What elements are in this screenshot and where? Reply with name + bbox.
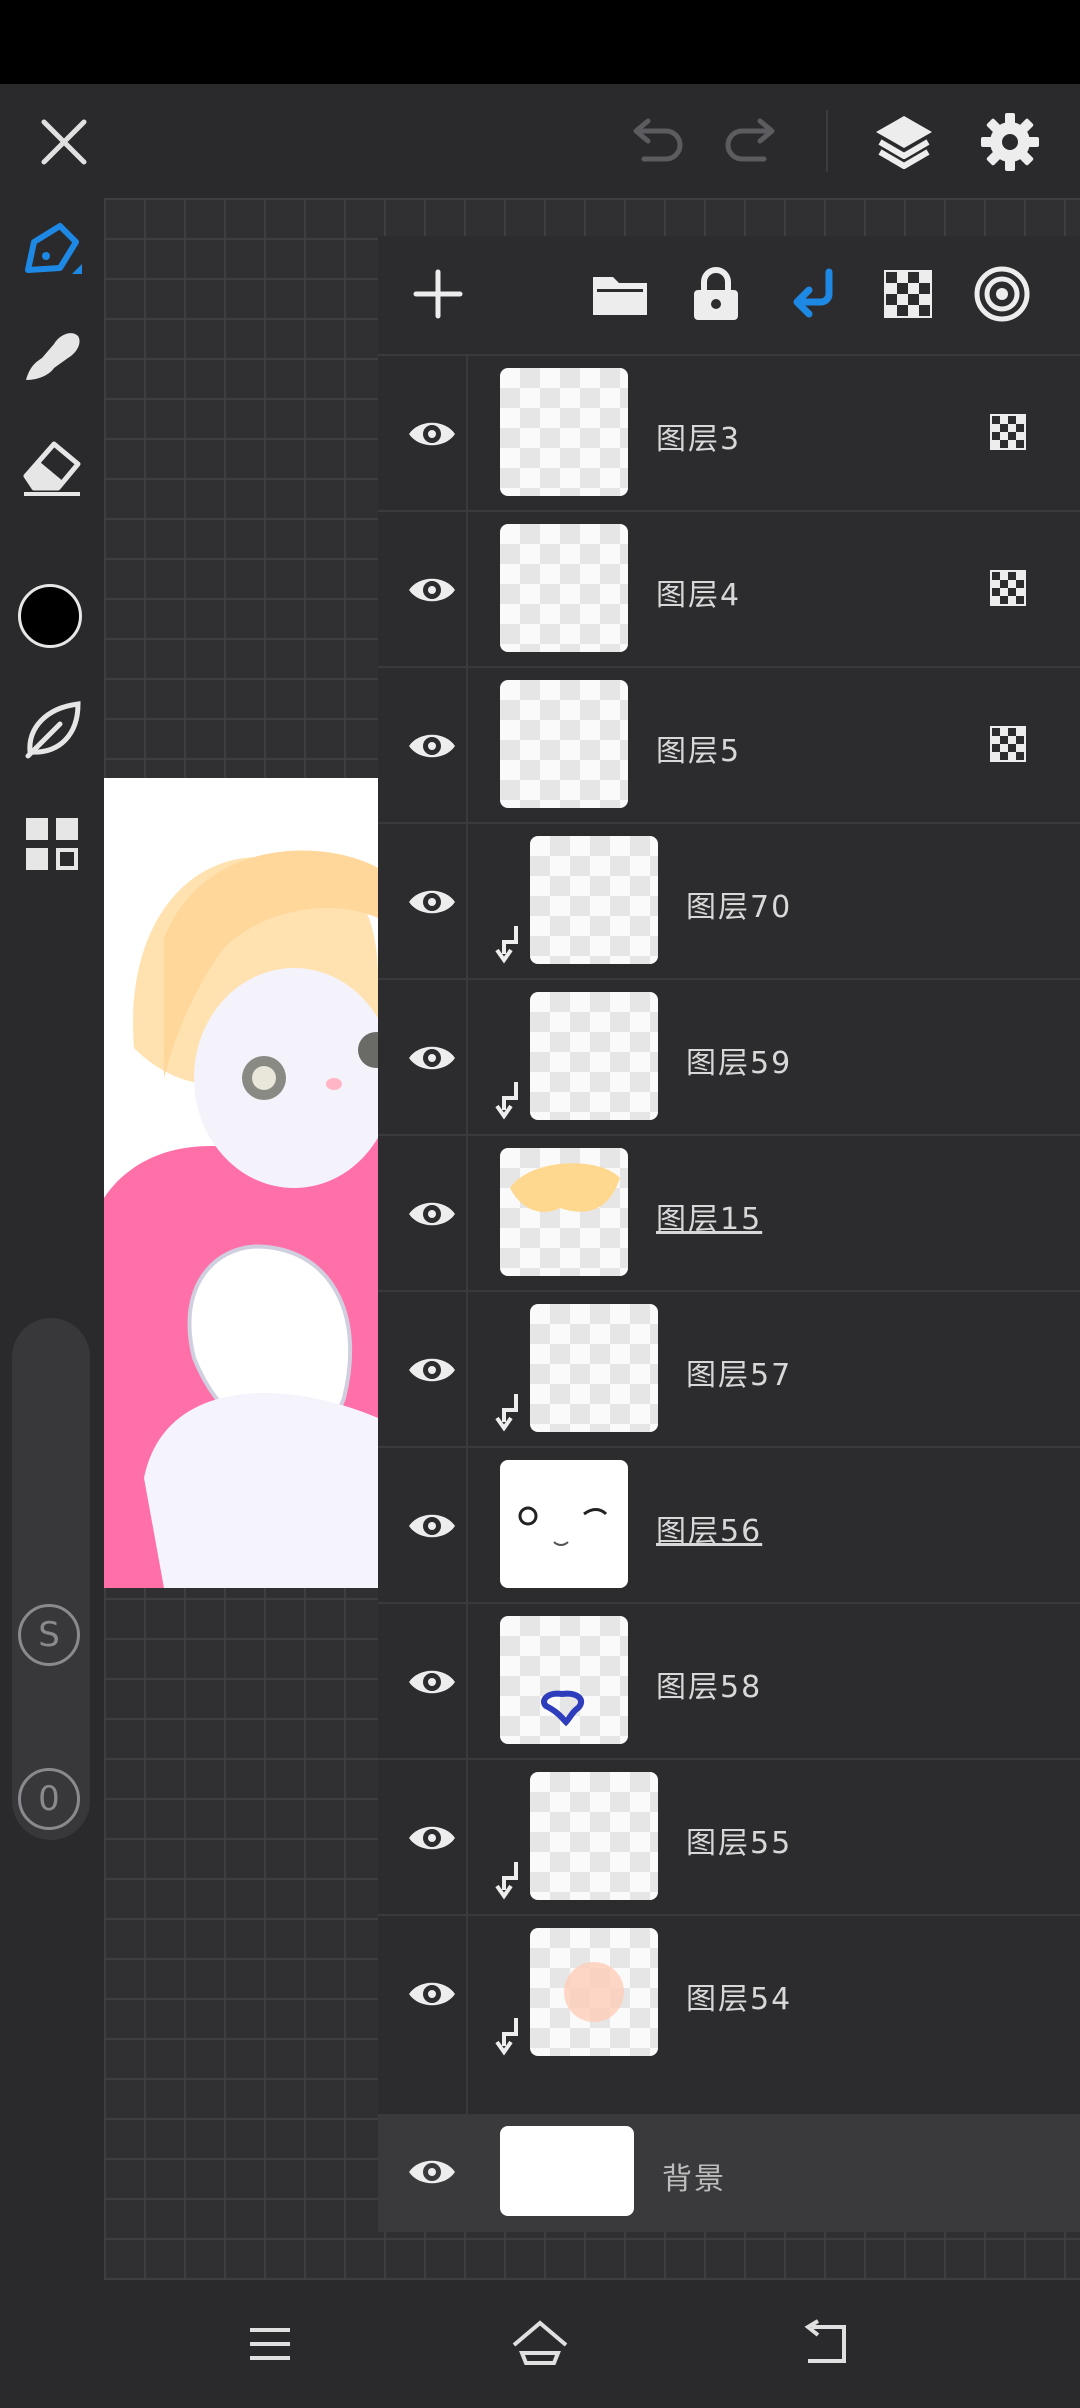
layer-row[interactable]: 图层59 bbox=[378, 978, 1080, 1134]
close-icon[interactable] bbox=[26, 104, 102, 180]
back-icon[interactable] bbox=[786, 2306, 862, 2382]
layer-name: 图层54 bbox=[686, 1982, 793, 2017]
alpha-lock-icon[interactable] bbox=[872, 258, 944, 330]
clip-arrow-icon bbox=[495, 2018, 518, 2056]
eye-icon[interactable] bbox=[396, 866, 468, 938]
artwork-preview bbox=[104, 778, 378, 1588]
eye-icon[interactable] bbox=[396, 2136, 468, 2208]
status-bar bbox=[0, 0, 1080, 84]
layer-name: 图层15 bbox=[656, 1202, 763, 1237]
eye-icon[interactable] bbox=[396, 398, 468, 470]
home-icon[interactable] bbox=[502, 2306, 578, 2382]
smudge-tool-icon[interactable] bbox=[14, 316, 90, 392]
eye-icon[interactable] bbox=[396, 710, 468, 782]
layer-row[interactable]: 图层54 bbox=[378, 1914, 1080, 2070]
top-toolbar bbox=[0, 84, 1080, 198]
background-layer-row[interactable]: 背景 bbox=[378, 2114, 1080, 2232]
eye-icon[interactable] bbox=[396, 1490, 468, 1562]
clip-arrow-icon bbox=[495, 1862, 518, 1900]
layer-thumbnail bbox=[530, 1772, 658, 1900]
folder-icon[interactable] bbox=[584, 258, 656, 330]
layer-row[interactable]: 图层3 bbox=[378, 354, 1080, 510]
alpha-lock-indicator-icon[interactable] bbox=[988, 724, 1028, 764]
eye-icon[interactable] bbox=[396, 554, 468, 626]
layer-row[interactable]: 图层5 bbox=[378, 666, 1080, 822]
layer-row[interactable]: 图层57 bbox=[378, 1290, 1080, 1446]
toolbar-divider bbox=[826, 110, 828, 172]
layer-thumbnail bbox=[500, 1148, 628, 1276]
system-nav-bar bbox=[0, 2280, 1080, 2408]
layer-name: 背景 bbox=[662, 2162, 726, 2197]
gear-icon[interactable] bbox=[972, 104, 1048, 180]
layer-thumbnail bbox=[500, 2126, 634, 2216]
layer-name: 图层70 bbox=[686, 890, 793, 925]
layer-row[interactable]: 图层58 bbox=[378, 1602, 1080, 1758]
layer-name: 图层59 bbox=[686, 1046, 793, 1081]
brush-size-label[interactable]: S bbox=[18, 1604, 80, 1666]
layer-row[interactable]: 图层56 bbox=[378, 1446, 1080, 1602]
eye-icon[interactable] bbox=[396, 1022, 468, 1094]
layer-thumbnail bbox=[500, 1460, 628, 1588]
leaf-brush-icon[interactable] bbox=[14, 692, 90, 768]
eraser-tool-icon[interactable] bbox=[14, 428, 90, 504]
blend-mode-icon[interactable] bbox=[966, 258, 1038, 330]
layer-thumbnail bbox=[530, 1304, 658, 1432]
add-layer-icon[interactable] bbox=[402, 258, 474, 330]
layer-thumbnail bbox=[530, 1928, 658, 2056]
layer-thumbnail bbox=[500, 1616, 628, 1744]
alpha-lock-indicator-icon[interactable] bbox=[988, 568, 1028, 608]
clip-arrow-icon bbox=[495, 1082, 518, 1120]
layer-thumbnail bbox=[530, 992, 658, 1120]
color-swatch[interactable] bbox=[18, 584, 82, 648]
eye-icon[interactable] bbox=[396, 1802, 468, 1874]
eye-icon[interactable] bbox=[396, 1958, 468, 2030]
brush-opacity-label[interactable]: 0 bbox=[18, 1768, 80, 1830]
layer-row[interactable]: 图层15 bbox=[378, 1134, 1080, 1290]
layer-name: 图层55 bbox=[686, 1826, 793, 1861]
layer-panel-toolbar bbox=[378, 236, 1080, 354]
clip-arrow-icon bbox=[495, 1394, 518, 1432]
eye-icon[interactable] bbox=[396, 1646, 468, 1718]
layer-name: 图层56 bbox=[656, 1514, 763, 1549]
redo-icon[interactable] bbox=[714, 104, 790, 180]
layers-icon[interactable] bbox=[866, 104, 942, 180]
clip-arrow-icon bbox=[495, 926, 518, 964]
layer-name: 图层5 bbox=[656, 734, 742, 769]
layer-row[interactable]: 图层4 bbox=[378, 510, 1080, 666]
layer-thumbnail bbox=[500, 368, 628, 496]
layer-name: 图层4 bbox=[656, 578, 742, 613]
undo-icon[interactable] bbox=[618, 104, 694, 180]
brush-slider-track[interactable] bbox=[12, 1318, 90, 1840]
layer-row[interactable]: 图层70 bbox=[378, 822, 1080, 978]
eye-icon[interactable] bbox=[396, 1178, 468, 1250]
layer-thumbnail bbox=[500, 680, 628, 808]
layer-name: 图层58 bbox=[656, 1670, 763, 1705]
left-toolbar: S 0 bbox=[0, 198, 104, 2280]
layer-panel: 图层3 图层4 图层5 图层70 图层59 图层15 图层57 图层56 图层5… bbox=[378, 236, 1080, 2232]
clip-mask-icon[interactable] bbox=[778, 258, 850, 330]
alpha-lock-indicator-icon[interactable] bbox=[988, 412, 1028, 452]
layer-thumbnail bbox=[530, 836, 658, 964]
layer-name: 图层3 bbox=[656, 422, 742, 457]
layer-thumbnail bbox=[500, 524, 628, 652]
pen-tool-icon[interactable] bbox=[14, 212, 90, 288]
eye-icon[interactable] bbox=[396, 1334, 468, 1406]
grid-menu-icon[interactable] bbox=[14, 806, 90, 882]
layer-row[interactable]: 图层55 bbox=[378, 1758, 1080, 1914]
menu-icon[interactable] bbox=[232, 2306, 308, 2382]
lock-icon[interactable] bbox=[680, 258, 752, 330]
layer-name: 图层57 bbox=[686, 1358, 793, 1393]
